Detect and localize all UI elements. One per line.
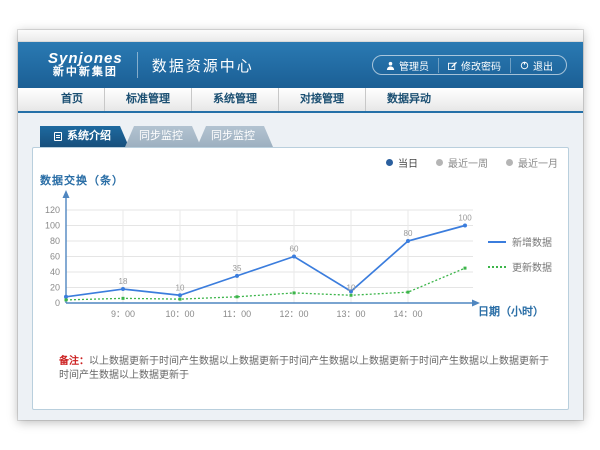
- header-action-label: 管理员: [399, 58, 429, 73]
- header-action-user[interactable]: 管理员: [377, 58, 438, 73]
- user-icon: [386, 61, 395, 70]
- point-label: 35: [233, 264, 242, 273]
- tab-0[interactable]: 系统介绍: [40, 126, 129, 147]
- header-action-label: 退出: [533, 58, 553, 73]
- logout-icon: [520, 61, 529, 70]
- svg-text:100: 100: [45, 221, 60, 231]
- point-label: 10: [347, 283, 356, 292]
- app-window: Synjones 新中新集团 数据资源中心 管理员修改密码退出 首页标准管理系统…: [18, 30, 583, 420]
- footnote-label: 备注：: [59, 356, 89, 367]
- point-label: 80: [404, 229, 413, 238]
- legend-swatch-icon: [488, 266, 506, 268]
- brand-logo: Synjones 新中新集团: [48, 51, 123, 78]
- svg-text:10：00: 10：00: [165, 309, 194, 319]
- brand-logo-subtext: 新中新集团: [48, 67, 123, 79]
- header-action-logout[interactable]: 退出: [510, 58, 562, 73]
- legend-series-name: 新增数据: [512, 234, 552, 249]
- window-top-strip: [18, 30, 583, 42]
- main-nav: 首页标准管理系统管理对接管理数据异动: [18, 88, 583, 113]
- legend-item-0[interactable]: 新增数据: [488, 234, 552, 249]
- radio-dot-icon: [436, 159, 443, 166]
- svg-text:60: 60: [50, 252, 60, 262]
- nav-item-2[interactable]: 系统管理: [191, 88, 278, 111]
- header-divider: [137, 52, 138, 78]
- svg-text:40: 40: [50, 267, 60, 277]
- nav-item-0[interactable]: 首页: [40, 88, 104, 111]
- brand-logo-text: Synjones: [48, 51, 123, 67]
- nav-item-1[interactable]: 标准管理: [104, 88, 191, 111]
- time-filter-label: 最近一周: [448, 155, 488, 170]
- svg-text:0: 0: [55, 298, 60, 308]
- user-actions-pill: 管理员 修改密码 退出: [372, 55, 567, 75]
- y-tick-labels: 0 20 40 60 80 100 120: [45, 205, 60, 308]
- svg-text:20: 20: [50, 283, 60, 293]
- point-label: 100: [458, 214, 472, 223]
- x-axis-title: 日期（小时）: [478, 303, 544, 319]
- nav-item-4[interactable]: 数据异动: [365, 88, 452, 111]
- time-filter-label: 最近一月: [518, 155, 558, 170]
- radio-dot-icon: [386, 159, 393, 166]
- tab-bar: 系统介绍 同步监控 同步监控: [40, 126, 273, 147]
- edit-icon: [448, 61, 457, 70]
- app-title: 数据资源中心: [152, 55, 254, 76]
- time-filter-2[interactable]: 最近一月: [506, 155, 558, 170]
- x-tick-labels: 9：00 10：00 11：00 12：00 13：00 14：00: [111, 309, 423, 319]
- point-label: 10: [176, 283, 185, 292]
- legend-item-1[interactable]: 更新数据: [488, 259, 552, 274]
- time-filter-group: 当日 最近一周 最近一月: [386, 155, 558, 170]
- content-area: 系统介绍同步监控同步监控 当日最近一周最近一月 数据交换（条） 02040608…: [18, 113, 583, 420]
- svg-text:12：00: 12：00: [279, 309, 308, 319]
- tab-label: 同步监控: [211, 126, 255, 147]
- time-filter-0[interactable]: 当日: [386, 155, 418, 170]
- footnote: 备注：以上数据更新于时间产生数据以上数据更新于时间产生数据以上数据更新于时间产生…: [59, 355, 549, 383]
- svg-text:14：00: 14：00: [393, 309, 422, 319]
- footnote-text: 以上数据更新于时间产生数据以上数据更新于时间产生数据以上数据更新于时间产生数据以…: [59, 356, 549, 381]
- document-icon: [54, 132, 62, 141]
- time-filter-label: 当日: [398, 155, 418, 170]
- header-action-edit[interactable]: 修改密码: [438, 58, 510, 73]
- point-label: 60: [290, 245, 299, 254]
- header-action-label: 修改密码: [461, 58, 501, 73]
- nav-item-3[interactable]: 对接管理: [278, 88, 365, 111]
- point-label: 18: [119, 277, 128, 286]
- tab-label: 系统介绍: [67, 126, 111, 147]
- page: Synjones 新中新集团 数据资源中心 管理员修改密码退出 首页标准管理系统…: [0, 0, 600, 450]
- time-filter-1[interactable]: 最近一周: [436, 155, 488, 170]
- exchange-chart: 0 20 40 60 80 100 120 9：00 10：00 11：00 12：00 13：00 1…: [39, 181, 489, 331]
- legend-swatch-icon: [488, 241, 506, 243]
- series-legend: 新增数据更新数据: [488, 234, 552, 284]
- legend-series-name: 更新数据: [512, 259, 552, 274]
- svg-text:120: 120: [45, 205, 60, 215]
- tab-label: 同步监控: [139, 126, 183, 147]
- radio-dot-icon: [506, 159, 513, 166]
- chart-panel: 当日最近一周最近一月 数据交换（条） 0204060801001209：0010…: [32, 147, 569, 410]
- svg-text:80: 80: [50, 236, 60, 246]
- svg-text:13：00: 13：00: [336, 309, 365, 319]
- svg-text:9：00: 9：00: [111, 309, 135, 319]
- svg-text:11：00: 11：00: [223, 309, 251, 319]
- tab-2[interactable]: 同步监控: [197, 126, 273, 147]
- tab-1[interactable]: 同步监控: [125, 126, 201, 147]
- app-header: Synjones 新中新集团 数据资源中心 管理员 修改密码 退出: [18, 42, 583, 88]
